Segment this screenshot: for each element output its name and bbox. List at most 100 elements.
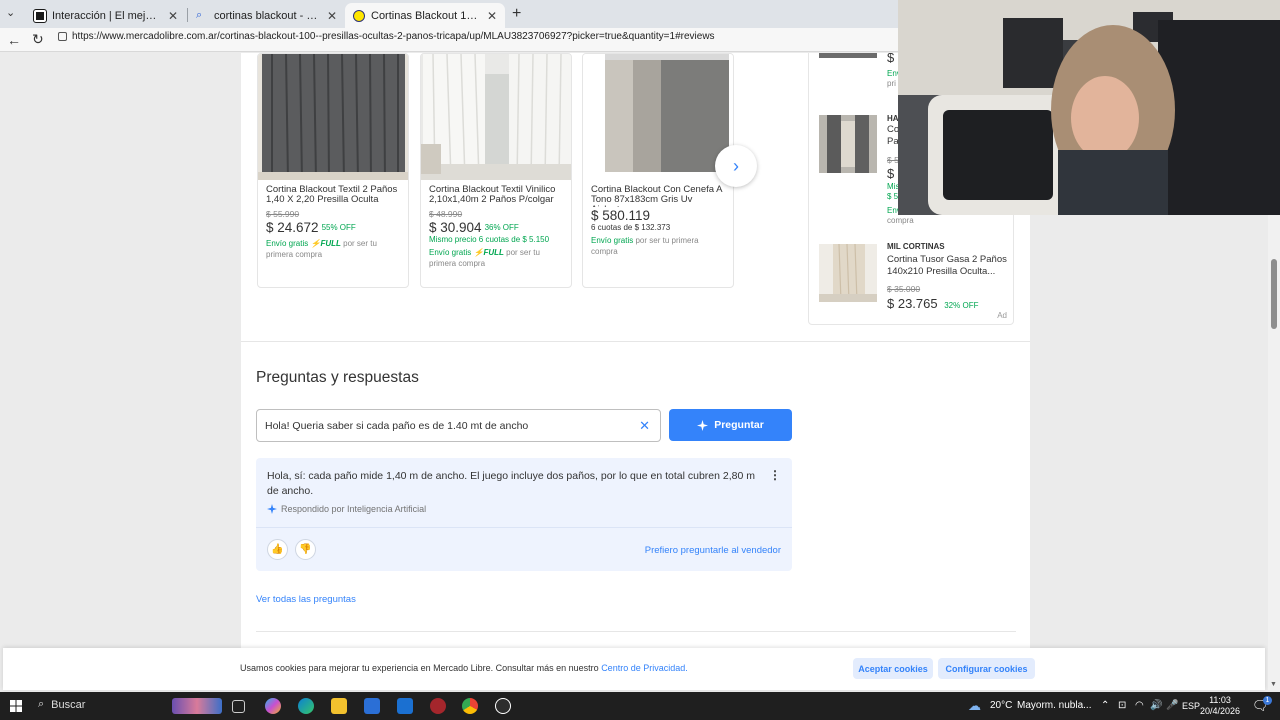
windows-taskbar: ⌕ Buscar ☁ 20°C Mayorm. nubla... ⌃ ⊡ ◠ 🔊… <box>0 692 1280 720</box>
configure-cookies-button[interactable]: Configurar cookies <box>938 658 1035 679</box>
microphone-icon[interactable]: 🎤 <box>1166 700 1178 711</box>
ad-thumbnail[interactable] <box>819 53 877 58</box>
windows-start-icon[interactable] <box>10 700 22 712</box>
show-hidden-icons-chevron-icon[interactable]: ⌃ <box>1101 700 1109 711</box>
question-input[interactable]: Hola! Queria saber si cada paño es de 1.… <box>256 409 661 442</box>
product-old-price: $ 48.990 <box>429 209 463 219</box>
tab-label: Interacción | El mejor software pa <box>52 9 162 22</box>
url-field[interactable]: https://www.mercadolibre.com.ar/cortinas… <box>58 31 715 42</box>
network-icon[interactable]: ⊡ <box>1118 700 1126 711</box>
free-shipping-label: Envío gratis <box>591 236 634 245</box>
see-all-questions-link[interactable]: Ver todas las preguntas <box>256 594 356 605</box>
scroll-down-icon[interactable]: ▼ <box>1270 681 1277 688</box>
thumbs-down-icon[interactable]: 👎 <box>295 539 316 560</box>
mercadolibre-favicon-icon <box>353 9 365 22</box>
ai-answer-card: Hola, sí: cada paño mide 1,40 m de ancho… <box>256 458 792 571</box>
ai-credit-text: Respondido por Inteligencia Artificial <box>281 504 427 514</box>
obs-studio-icon[interactable] <box>495 698 511 714</box>
interaccion-favicon-icon <box>33 8 47 23</box>
webcam-video-image <box>898 0 1280 215</box>
copilot-icon[interactable] <box>265 698 281 714</box>
more-options-icon[interactable]: ⋮ <box>769 468 781 482</box>
product-image <box>258 54 408 181</box>
tab-cortinas-blackout[interactable]: Cortinas Blackout 100% Presillas O ✕ <box>345 3 505 28</box>
tab-label: Cortinas Blackout 100% Presillas O <box>371 9 481 22</box>
ad-price: $ <box>887 166 895 181</box>
file-explorer-icon[interactable] <box>331 698 347 714</box>
product-price: $ 580.119 <box>591 208 651 223</box>
clear-input-icon[interactable]: ✕ <box>639 418 650 434</box>
ad-old-price: $ 35.000 <box>887 284 921 294</box>
product-card[interactable]: Cortina Blackout Con Cenefa A Tono 87x18… <box>582 53 734 288</box>
ad-label: Ad <box>997 311 1007 320</box>
qa-section-title: Preguntas y respuestas <box>256 369 419 386</box>
scrollbar-thumb[interactable] <box>1271 259 1277 329</box>
edge-browser-icon[interactable] <box>298 698 314 714</box>
task-view-icon[interactable] <box>232 700 245 713</box>
reload-icon[interactable]: ↻ <box>32 31 44 48</box>
ai-sparkle-icon <box>267 504 277 514</box>
ad-item[interactable]: MIL CORTINAS Cortina Tusor Gasa 2 Paños … <box>819 242 1009 317</box>
chrome-icon[interactable] <box>462 698 478 714</box>
product-card[interactable]: Cortina Blackout Textil 2 Paños 1,40 X 2… <box>257 53 409 288</box>
product-title: Cortina Blackout Textil Vinilico 2,10x1,… <box>429 184 556 205</box>
taskbar-search[interactable]: ⌕ Buscar <box>38 698 85 711</box>
input-language[interactable]: ESP <box>1182 701 1200 711</box>
tab-interaccion[interactable]: Interacción | El mejor software pa ✕ <box>26 3 186 28</box>
back-arrow-icon[interactable]: ← <box>7 32 21 48</box>
ask-button[interactable]: Preguntar <box>669 409 792 441</box>
product-title: Cortina Blackout Textil 2 Paños 1,40 X 2… <box>266 184 398 205</box>
accept-cookies-button[interactable]: Aceptar cookies <box>853 658 933 679</box>
product-shipping: Envío gratis ⚡FULL por ser tu primera co… <box>421 244 571 269</box>
weather-cloud-icon[interactable]: ☁ <box>968 698 981 714</box>
site-info-icon[interactable] <box>58 32 67 41</box>
close-tab-icon[interactable]: ✕ <box>327 9 337 23</box>
product-old-price: $ 55.990 <box>266 209 300 219</box>
product-shipping: Envío gratis por ser tu primera compra <box>583 232 733 257</box>
volume-icon[interactable]: 🔊 <box>1150 700 1162 711</box>
product-card[interactable]: Cortina Blackout Textil Vinilico 2,10x1,… <box>420 53 572 288</box>
tab-busqueda[interactable]: ⌕ cortinas blackout - Búsqueda ✕ <box>188 3 345 28</box>
section-divider <box>241 341 1030 342</box>
outlook-icon[interactable] <box>397 698 413 714</box>
cookie-banner: Usamos cookies para mejorar tu experienc… <box>3 648 1265 690</box>
cookie-message: Usamos cookies para mejorar tu experienc… <box>240 663 602 673</box>
ad-seller: MIL CORTINAS <box>887 242 945 251</box>
microsoft-store-icon[interactable] <box>364 698 380 714</box>
webcam-overlay <box>898 0 1280 215</box>
new-tab-plus-icon[interactable]: + <box>512 5 521 23</box>
taskbar-search-label: Buscar <box>51 698 86 711</box>
tab-actions-chevron-icon[interactable]: ⌄ <box>6 6 15 19</box>
product-price: $ 30.904 <box>429 220 482 235</box>
close-tab-icon[interactable]: ✕ <box>168 9 178 23</box>
thumbs-up-icon[interactable]: 👍 <box>267 539 288 560</box>
opera-icon[interactable] <box>430 698 446 714</box>
search-icon: ⌕ <box>38 698 45 710</box>
product-installments: 6 cuotas de $ 132.373 <box>591 223 671 232</box>
clock[interactable]: 11:03 20/4/2026 <box>1200 695 1240 717</box>
product-discount: 36% OFF <box>484 223 519 232</box>
ad-promo-price: $ 5 <box>887 192 899 201</box>
ad-curtain-image <box>819 115 877 173</box>
ad-shipping-note: compra <box>887 216 914 225</box>
notifications-badge: 1 <box>1263 696 1272 705</box>
ask-seller-link[interactable]: Prefiero preguntarle al vendedor <box>645 545 781 556</box>
ai-sparkle-icon <box>697 419 709 431</box>
search-highlight-image[interactable] <box>172 698 222 714</box>
dark-curtain-image <box>258 54 408 181</box>
carousel-next-chevron-icon[interactable]: › <box>715 145 757 187</box>
close-tab-icon[interactable]: ✕ <box>487 9 497 23</box>
ad-shipping-note: pri <box>887 79 896 88</box>
weather-description: Mayorm. nubla... <box>1017 700 1092 711</box>
ad-discount: 32% OFF <box>944 301 979 310</box>
privacy-center-link[interactable]: Centro de Privacidad. <box>601 663 688 673</box>
product-installments-promo: Mismo precio 6 cuotas de $ 5.150 <box>429 235 550 244</box>
ad-sheer-curtain-image <box>819 243 877 303</box>
ai-credit: Respondido por Inteligencia Artificial <box>267 504 426 514</box>
product-shipping: Envío gratis ⚡FULL por ser tu primera co… <box>258 235 408 260</box>
search-favicon-icon: ⌕ <box>196 9 203 21</box>
product-image <box>421 54 571 181</box>
cookie-text: Usamos cookies para mejorar tu experienc… <box>240 663 688 673</box>
wifi-icon[interactable]: ◠ <box>1135 700 1144 711</box>
ad-title: Cortina Tusor Gasa 2 Paños 140x210 Presi… <box>887 254 1007 277</box>
